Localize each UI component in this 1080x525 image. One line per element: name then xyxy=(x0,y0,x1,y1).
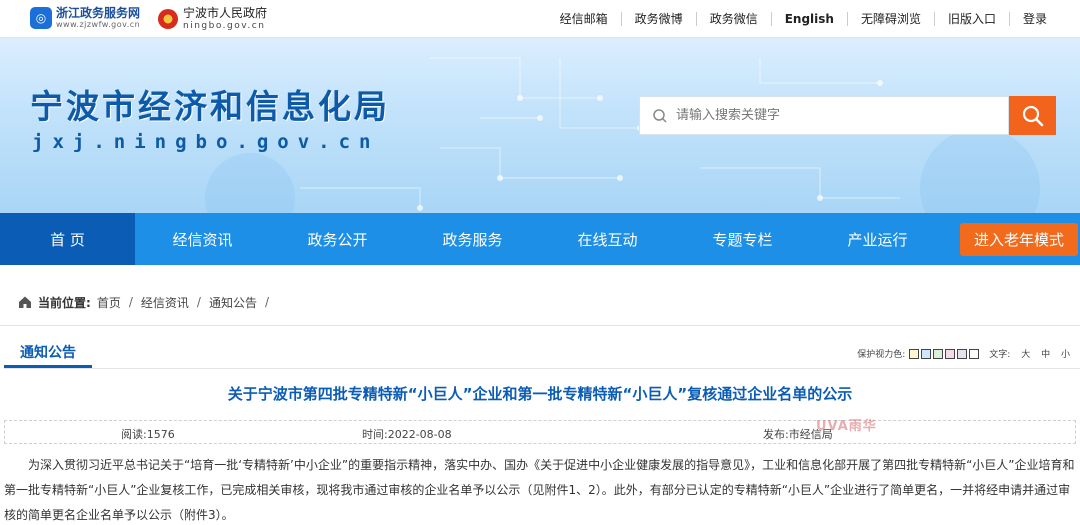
link-accessibility[interactable]: 无障碍浏览 xyxy=(846,12,934,26)
zjzwfw-logo-icon: ◎ xyxy=(30,7,52,29)
breadcrumb-notices[interactable]: 通知公告 xyxy=(209,294,257,311)
header-banner: 宁波市经济和信息化局 jxj.ningbo.gov.cn xyxy=(0,38,1080,213)
breadcrumb-label: 当前位置: xyxy=(38,295,91,310)
search-box xyxy=(639,96,1009,135)
eye-color-swatch-blue[interactable] xyxy=(921,348,932,359)
site-domain: jxj.ningbo.gov.cn xyxy=(32,131,380,153)
divider xyxy=(0,325,1080,326)
breadcrumb: 当前位置: 首页 / 经信资讯 / 通知公告 / xyxy=(18,293,277,311)
article-meta: 阅读:1576 时间:2022-08-08 发布:市经信局 xyxy=(4,420,1076,444)
eye-protect-label: 保护视力色: xyxy=(857,350,906,360)
search-icon xyxy=(1022,105,1043,126)
site-title: 宁波市经济和信息化局 xyxy=(30,87,390,126)
ningbo-gov-logo-url: ningbo.gov.cn xyxy=(183,21,266,31)
home-icon xyxy=(19,296,31,308)
breadcrumb-home[interactable]: 首页 xyxy=(97,294,121,311)
breadcrumb-separator: / xyxy=(264,295,269,309)
nav-industry[interactable]: 产业运行 xyxy=(810,213,945,265)
font-size-label: 文字: xyxy=(989,350,1011,360)
divider xyxy=(4,368,1080,369)
reading-tools: 保护视力色: 文字: 大 中 小 xyxy=(857,347,1070,360)
link-login[interactable]: 登录 xyxy=(1008,12,1060,26)
top-bar: ◎ 浙江政务服务网 www.zjzwfw.gov.cn ★ 宁波市人民政府 ni… xyxy=(0,0,1080,38)
eye-color-swatch-pink[interactable] xyxy=(945,348,956,359)
font-size-large[interactable]: 大 xyxy=(1021,350,1030,360)
article-views: 阅读:1576 xyxy=(121,428,175,441)
ningbo-gov-logo[interactable]: ★ 宁波市人民政府 ningbo.gov.cn xyxy=(158,7,267,31)
link-english[interactable]: English xyxy=(770,12,847,26)
link-old-version[interactable]: 旧版入口 xyxy=(933,12,1009,26)
top-links: 经信邮箱 政务微博 政务微信 English 无障碍浏览 旧版入口 登录 xyxy=(547,0,1060,38)
eye-color-swatch-yellow[interactable] xyxy=(909,348,920,359)
breadcrumb-news[interactable]: 经信资讯 xyxy=(141,294,189,311)
font-size-controls: 文字: 大 中 小 xyxy=(979,347,1070,360)
nav-gov-service[interactable]: 政务服务 xyxy=(405,213,540,265)
breadcrumb-separator: / xyxy=(196,295,201,309)
elder-mode-button[interactable]: 进入老年模式 xyxy=(960,223,1078,256)
search-button[interactable] xyxy=(1009,96,1056,135)
ningbo-gov-logo-name: 宁波市人民政府 xyxy=(183,6,268,20)
nav-topics[interactable]: 专题专栏 xyxy=(675,213,810,265)
main-nav: 首 页 经信资讯 政务公开 政务服务 在线互动 专题专栏 产业运行 xyxy=(0,213,1080,265)
font-size-medium[interactable]: 中 xyxy=(1041,350,1050,360)
article-time: 时间:2022-08-08 xyxy=(362,428,452,441)
nav-interaction[interactable]: 在线互动 xyxy=(540,213,675,265)
zjzwfw-logo-url: www.zjzwfw.gov.cn xyxy=(56,20,141,29)
nav-home[interactable]: 首 页 xyxy=(0,213,135,265)
national-emblem-icon: ★ xyxy=(158,9,178,29)
watermark: UVA雨华 xyxy=(816,419,877,434)
article-title: 关于宁波市第四批专精特新“小巨人”企业和第一批专精特新“小巨人”复核通过企业名单… xyxy=(227,385,853,403)
link-weibo[interactable]: 政务微博 xyxy=(620,12,696,26)
link-mailbox[interactable]: 经信邮箱 xyxy=(547,12,621,26)
search-small-icon xyxy=(653,108,667,123)
zjzwfw-logo-name: 浙江政务服务网 xyxy=(56,6,141,20)
nav-gov-open[interactable]: 政务公开 xyxy=(270,213,405,265)
breadcrumb-separator: / xyxy=(128,295,133,309)
link-wechat[interactable]: 政务微信 xyxy=(695,12,771,26)
font-size-small[interactable]: 小 xyxy=(1061,350,1070,360)
eye-color-swatch-purple[interactable] xyxy=(957,348,968,359)
nav-news[interactable]: 经信资讯 xyxy=(135,213,270,265)
eye-color-swatch-green[interactable] xyxy=(933,348,944,359)
section-tab-notices[interactable]: 通知公告 xyxy=(4,338,92,368)
zjzwfw-logo[interactable]: ◎ 浙江政务服务网 www.zjzwfw.gov.cn xyxy=(30,7,140,29)
search-input[interactable] xyxy=(676,108,996,123)
eye-color-swatch-white[interactable] xyxy=(969,348,980,359)
article-body: 为深入贯彻习近平总书记关于“培育一批‘专精特新’中小企业”的重要指示精神，落实中… xyxy=(4,458,1075,522)
